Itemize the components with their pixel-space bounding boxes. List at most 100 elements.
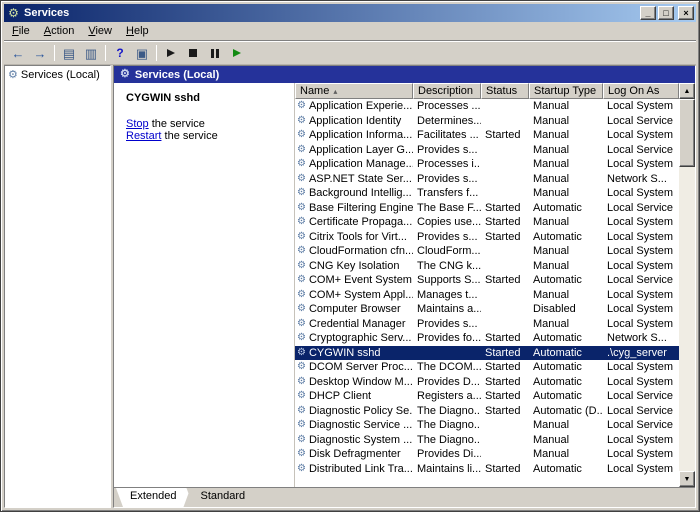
service-cell: Started xyxy=(485,332,521,345)
menu-action[interactable]: Action xyxy=(37,23,82,39)
service-cell: Local System xyxy=(607,448,674,461)
export-list-button[interactable]: ▥ xyxy=(81,43,101,63)
service-cell: Manual xyxy=(533,172,570,185)
minimize-button[interactable]: _ xyxy=(640,6,656,20)
table-row[interactable]: ⚙ Base Filtering Engine The Base F... Start… xyxy=(295,201,679,216)
tab-extended[interactable]: Extended xyxy=(116,488,190,507)
sort-ascending-icon: ▴ xyxy=(333,87,338,96)
column-header-description[interactable]: Description xyxy=(413,83,481,99)
service-cell: Local Service xyxy=(607,419,674,432)
service-cell: Started xyxy=(485,346,521,359)
table-row[interactable]: ⚙ Credential Manager Provides s... Manual Lo… xyxy=(295,317,679,332)
scroll-up-button[interactable]: ▲ xyxy=(679,83,695,99)
table-row[interactable]: ⚙ Computer Browser Maintains a... Disabled L… xyxy=(295,302,679,317)
service-cell: Determines... xyxy=(417,114,481,127)
table-row[interactable]: ⚙ Background Intellig... Transfers f... Man… xyxy=(295,186,679,201)
menu-file[interactable]: File xyxy=(5,23,37,39)
restart-service-line-rest: the service xyxy=(161,130,218,142)
table-row[interactable]: ⚙ Citrix Tools for Virt... Provides s... St… xyxy=(295,230,679,245)
table-row[interactable]: ⚙ Distributed Link Tra... Maintains li... S… xyxy=(295,462,679,477)
services-gear-icon: ⚙ xyxy=(8,6,19,20)
service-cell: Local Service xyxy=(607,390,674,403)
restart-service-link[interactable]: Restart xyxy=(126,130,161,142)
service-name-text: Certificate Propaga... xyxy=(308,216,413,229)
column-header-startup-type[interactable]: Startup Type xyxy=(529,83,603,99)
restart-service-button[interactable] xyxy=(227,43,247,63)
service-cell: Manual xyxy=(533,129,570,142)
scroll-down-button[interactable]: ▼ xyxy=(679,471,695,487)
service-cell: Local Service xyxy=(607,143,674,156)
column-header-log-on-as[interactable]: Log On As xyxy=(603,83,679,99)
forward-button[interactable]: → xyxy=(30,43,50,63)
table-row[interactable]: ⚙ Disk Defragmenter Provides Di... Manual Lo… xyxy=(295,447,679,462)
table-row[interactable]: ⚙ Application Identity Determines... Manual… xyxy=(295,114,679,129)
service-gear-icon: ⚙ xyxy=(297,288,306,300)
close-button[interactable]: × xyxy=(678,6,694,20)
service-list: Name ▴ Description Status Startup Type Lo… xyxy=(295,83,695,487)
service-name-cell: ⚙ COM+ System Appl... xyxy=(295,289,413,301)
service-name-text: ASP.NET State Ser... xyxy=(308,172,412,185)
stop-service-icon xyxy=(189,49,197,57)
column-header-status[interactable]: Status xyxy=(481,83,529,99)
service-cell: Processes i... xyxy=(417,158,481,171)
table-row[interactable]: ⚙ CloudFormation cfn... CloudForm... Manual… xyxy=(295,244,679,259)
tree-item-services-local[interactable]: ⚙ Services (Local) xyxy=(5,66,110,83)
stop-service-button[interactable] xyxy=(183,43,203,63)
stop-service-link[interactable]: Stop xyxy=(126,118,149,130)
service-cell: Local System xyxy=(607,216,674,229)
table-row[interactable]: ⚙ Application Layer G... Provides s... Manu… xyxy=(295,143,679,158)
toolbar-separator xyxy=(54,45,55,61)
service-name-cell: ⚙ Desktop Window M... xyxy=(295,376,413,388)
table-row[interactable]: ⚙ COM+ Event System Supports S... Started Au… xyxy=(295,273,679,288)
service-gear-icon: ⚙ xyxy=(297,158,306,170)
menubar: File Action View Help xyxy=(4,22,696,41)
table-row[interactable]: ⚙ Application Manage... Processes i... Manu… xyxy=(295,157,679,172)
service-gear-icon: ⚙ xyxy=(297,230,306,242)
table-row[interactable]: ⚙ Desktop Window M... Provides D... Started… xyxy=(295,375,679,390)
table-row[interactable]: ⚙ Application Experie... Processes ... Manu… xyxy=(295,99,679,114)
service-gear-icon: ⚙ xyxy=(297,462,306,474)
window-title: Services xyxy=(24,7,70,19)
table-row[interactable]: ⚙ CYGWIN sshd Started Automatic .\cyg_server xyxy=(295,345,679,360)
service-name-text: Application Informa... xyxy=(308,129,413,142)
menu-help[interactable]: Help xyxy=(119,23,156,39)
help-button[interactable]: ? xyxy=(110,43,130,63)
pause-service-button[interactable] xyxy=(205,43,225,63)
column-header-name[interactable]: Name ▴ xyxy=(295,83,413,99)
show-console-tree-button[interactable]: ▤ xyxy=(59,43,79,63)
table-row[interactable]: ⚙ Diagnostic System ... The Diagno... Manua… xyxy=(295,433,679,448)
service-gear-icon: ⚙ xyxy=(297,303,306,315)
scrollbar-thumb[interactable] xyxy=(679,99,695,167)
service-cell: Local System xyxy=(607,288,674,301)
table-row[interactable]: ⚙ Cryptographic Serv... Provides fo... Star… xyxy=(295,331,679,346)
tab-standard[interactable]: Standard xyxy=(186,488,259,507)
service-cell: Automatic xyxy=(533,462,582,475)
service-cell: The Diagno... xyxy=(417,404,481,417)
table-row[interactable]: ⚙ Diagnostic Policy Se... The Diagno... Sta… xyxy=(295,404,679,419)
services-window: ⚙ Services _ □ × File Action View Help ←… xyxy=(0,0,700,512)
properties-button[interactable]: ▣ xyxy=(132,43,152,63)
service-cell: Local System xyxy=(607,187,674,200)
scrollbar-track[interactable] xyxy=(679,99,695,471)
table-row[interactable]: ⚙ DHCP Client Registers a... Started Automat… xyxy=(295,389,679,404)
toolbar-separator xyxy=(105,45,106,61)
vertical-scrollbar[interactable]: ▲ ▼ xyxy=(679,83,695,487)
titlebar[interactable]: ⚙ Services _ □ × xyxy=(4,4,696,22)
service-cell: Local System xyxy=(607,230,674,243)
table-row[interactable]: ⚙ Diagnostic Service ... The Diagno... Manu… xyxy=(295,418,679,433)
table-row[interactable]: ⚙ Application Informa... Facilitates ... St… xyxy=(295,128,679,143)
table-row[interactable]: ⚙ CNG Key Isolation The CNG k... Manual Loca… xyxy=(295,259,679,274)
table-row[interactable]: ⚙ DCOM Server Proc... The DCOM... Started Au… xyxy=(295,360,679,375)
maximize-button[interactable]: □ xyxy=(658,6,674,20)
start-service-button[interactable] xyxy=(161,43,181,63)
table-row[interactable]: ⚙ COM+ System Appl... Manages t... Manual Lo… xyxy=(295,288,679,303)
service-cell: Local System xyxy=(607,259,674,272)
menu-view[interactable]: View xyxy=(81,23,119,39)
service-cell: Local Service xyxy=(607,114,674,127)
table-row[interactable]: ⚙ ASP.NET State Ser... Provides s... Manual… xyxy=(295,172,679,187)
back-button[interactable]: ← xyxy=(8,43,28,63)
service-name-cell: ⚙ DCOM Server Proc... xyxy=(295,361,413,373)
table-row[interactable]: ⚙ Certificate Propaga... Copies use... Star… xyxy=(295,215,679,230)
service-cell: Manual xyxy=(533,143,570,156)
service-cell: Provides s... xyxy=(417,172,478,185)
